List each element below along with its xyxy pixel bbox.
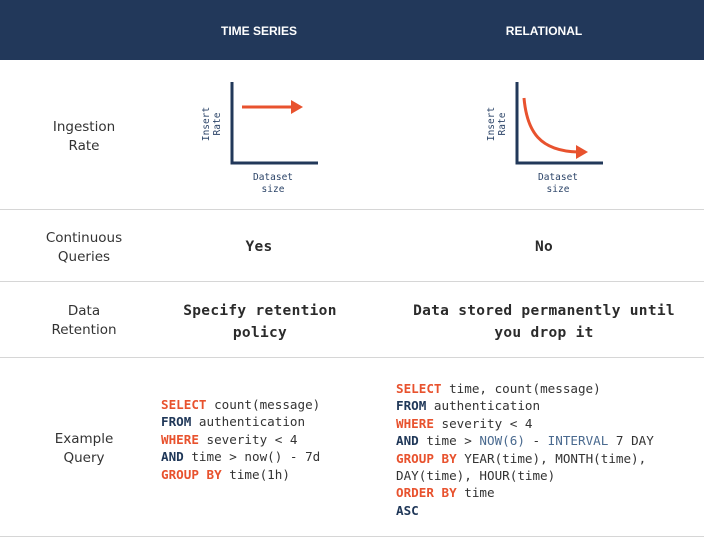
table-header: TIME SERIES RELATIONAL <box>0 0 704 60</box>
sql-keyword: GROUP BY <box>396 450 457 466</box>
code-line: GROUP BY YEAR(time), MONTH(time), <box>396 450 654 467</box>
code-line: GROUP BY time(1h) <box>161 466 320 483</box>
relational-continuous-value: No <box>534 239 554 255</box>
x-axis-label-line2: size <box>262 184 285 195</box>
code-line: SELECT count(message) <box>161 396 320 413</box>
relational-example-query: SELECT time, count(message) FROM authenti… <box>396 380 654 519</box>
code-line: AND time > now() - 7d <box>161 448 320 465</box>
row-label-ingestion-rate: Ingestion Rate <box>0 118 168 156</box>
arrow-head-icon <box>576 145 588 159</box>
retention-line: policy <box>232 325 288 341</box>
sql-text: time(1h) <box>221 466 290 482</box>
row-label-line: Example <box>54 431 114 447</box>
sql-keyword: SELECT <box>396 381 442 396</box>
code-line: WHERE severity < 4 <box>161 431 320 448</box>
column-header-time-series: TIME SERIES <box>220 24 297 38</box>
row-label-line: Ingestion <box>52 119 116 135</box>
sql-text: YEAR(time), MONTH(time), <box>456 450 647 466</box>
code-line: FROM authentication <box>161 413 320 430</box>
sql-text: severity < 4 <box>198 431 298 447</box>
declining-rate-curve <box>522 97 579 154</box>
sql-text: time <box>456 485 495 501</box>
arrow-head-icon <box>291 100 303 114</box>
chart-axes <box>230 82 318 165</box>
row-divider <box>0 536 704 537</box>
retention-line: you drop it <box>494 325 594 341</box>
time-series-retention-value: Specify retention policy <box>140 300 380 344</box>
code-line: ASC <box>396 502 654 519</box>
sql-keyword: GROUP BY <box>161 466 222 482</box>
code-line: SELECT time, count(message) <box>396 380 654 397</box>
sql-keyword: WHERE <box>396 415 434 431</box>
code-line: FROM authentication <box>396 397 654 414</box>
sql-keyword: ORDER BY <box>396 485 457 501</box>
y-axis-label-line2: Rate <box>497 112 508 135</box>
code-line: AND time > NOW(6) - INTERVAL 7 DAY <box>396 432 654 449</box>
retention-line: Data stored permanently until <box>413 303 675 319</box>
time-series-ingestion-chart: Insert Rate Dataset size <box>201 82 318 195</box>
sql-text: authentication <box>191 414 306 430</box>
code-line: ORDER BY time <box>396 484 654 501</box>
row-label-line: Query <box>63 450 105 466</box>
time-series-continuous-value: Yes <box>245 239 273 255</box>
sql-text: - <box>524 433 548 449</box>
code-line: DAY(time), HOUR(time) <box>396 467 654 484</box>
sql-text: time, count(message) <box>441 381 601 396</box>
row-label-example-query: Example Query <box>0 430 168 468</box>
row-divider <box>0 357 704 358</box>
sql-keyword: FROM <box>161 414 192 430</box>
retention-line: Specify retention <box>183 303 337 319</box>
column-header-relational: RELATIONAL <box>505 24 583 38</box>
code-line: WHERE severity < 4 <box>396 415 654 432</box>
sql-text: severity < 4 <box>433 415 533 431</box>
x-axis-label-line1: Dataset <box>538 172 578 183</box>
row-label-continuous-queries: Continuous Queries <box>0 229 168 267</box>
sql-text: 7 DAY <box>608 433 654 449</box>
sql-text: count(message) <box>206 397 321 412</box>
x-axis-label-line1: Dataset <box>253 172 293 183</box>
sql-keyword: WHERE <box>161 431 199 447</box>
sql-keyword: FROM <box>396 398 427 414</box>
comparison-table: TIME SERIES RELATIONAL Ingestion Rate In… <box>0 0 704 552</box>
sql-keyword: SELECT <box>161 397 207 412</box>
y-axis-label-line2: Rate <box>212 112 223 135</box>
y-axis-label-line1: Insert <box>486 107 497 141</box>
row-divider <box>0 209 704 210</box>
row-divider <box>0 281 704 282</box>
sql-keyword: AND <box>161 449 184 465</box>
sql-keyword: AND <box>396 433 419 449</box>
sql-keyword: ASC <box>396 502 419 518</box>
x-axis-label-line2: size <box>547 184 570 195</box>
relational-ingestion-chart: Insert Rate Dataset size <box>486 82 603 195</box>
row-label-line: Rate <box>68 138 100 154</box>
time-series-example-query: SELECT count(message) FROM authentication… <box>161 396 320 483</box>
sql-text: DAY(time), HOUR(time) <box>396 468 556 484</box>
sql-text: time > <box>418 433 480 449</box>
sql-function: INTERVAL <box>547 433 609 449</box>
sql-text: authentication <box>426 398 541 414</box>
row-label-line: Queries <box>57 249 111 265</box>
sql-text: time > now() - 7d <box>183 449 321 465</box>
relational-retention-value: Data stored permanently until you drop i… <box>384 300 704 344</box>
row-label-line: Continuous <box>45 230 123 246</box>
sql-function: NOW(6) <box>479 433 525 449</box>
y-axis-label-line1: Insert <box>201 107 212 141</box>
